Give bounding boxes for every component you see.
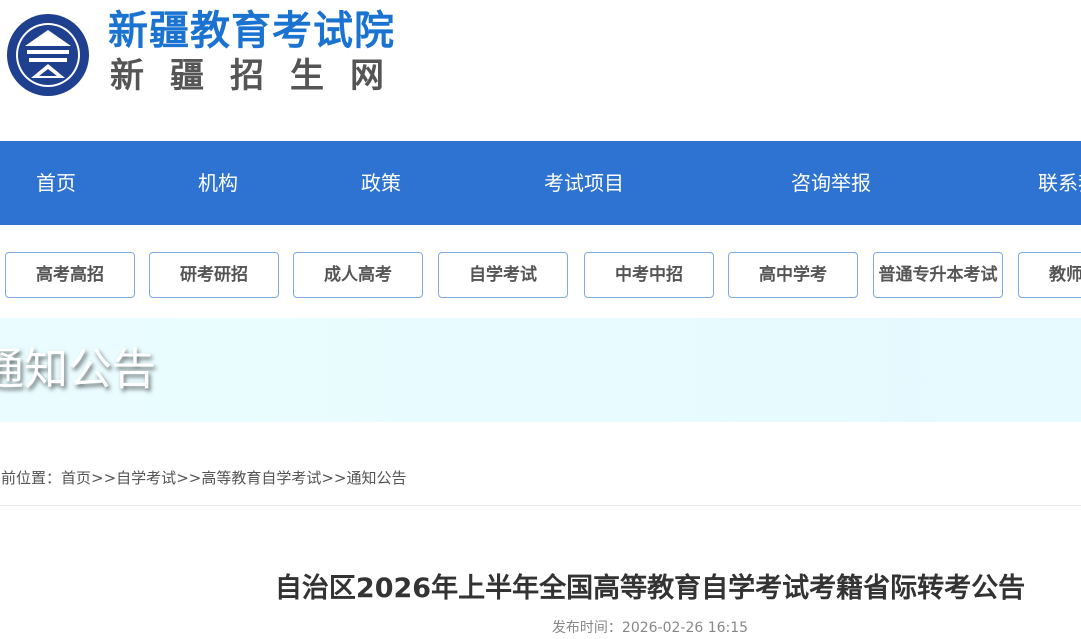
article-title: 自治区2026年上半年全国高等教育自学考试考籍省际转考公告 (274, 573, 1026, 604)
main-navigation: 首页 机构 政策 考试项目 咨询举报 联系我们 (0, 141, 1081, 225)
nav-item-contact[interactable]: 联系我们 (1038, 141, 1081, 225)
site-header: 新疆教育考试院 新疆招生网 (0, 0, 1081, 140)
banner-title: 通知公告 (0, 344, 156, 395)
site-title[interactable]: 新疆教育考试院 (108, 6, 395, 56)
site-subtitle: 新疆招生网 (110, 56, 410, 96)
breadcrumb-separator: >> (176, 469, 202, 487)
breadcrumb-separator: >> (91, 469, 117, 487)
subnav-high-school-test-button[interactable]: 高中学考 (728, 252, 858, 298)
nav-item-exam-projects[interactable]: 考试项目 (544, 141, 624, 225)
breadcrumb-self-study-link[interactable]: 自学考试 (116, 469, 176, 487)
subnav-self-study-button[interactable]: 自学考试 (438, 252, 568, 298)
section-banner: 通知公告 (0, 318, 1081, 422)
breadcrumb: 当前位置：首页>>自学考试>>高等教育自学考试>>通知公告 (0, 467, 407, 489)
subnav-teacher-cert-button[interactable]: 教师资格 (1018, 252, 1081, 298)
breadcrumb-prefix: 当前位置： (0, 469, 62, 487)
breadcrumb-home-link[interactable]: 首页 (61, 469, 91, 487)
subnav-adult-exam-button[interactable]: 成人高考 (293, 252, 423, 298)
published-date: 2026-02-26 16:15 (621, 620, 749, 636)
subnav-zhongkao-button[interactable]: 中考中招 (584, 252, 714, 298)
breadcrumb-notices-link[interactable]: 通知公告 (346, 469, 406, 487)
breadcrumb-higher-ed-link[interactable]: 高等教育自学考试 (201, 469, 321, 487)
breadcrumb-separator: >> (321, 469, 347, 487)
logo-emblem-icon[interactable] (5, 12, 91, 98)
subnav-gaokao-button[interactable]: 高考高招 (5, 252, 135, 298)
nav-item-organization[interactable]: 机构 (198, 141, 238, 225)
content-divider (0, 505, 1081, 506)
sub-navigation: 高考高招 研考研招 成人高考 自学考试 中考中招 高中学考 普通专升本考试 教师… (0, 252, 1081, 300)
nav-item-home[interactable]: 首页 (36, 141, 76, 225)
subnav-graduate-button[interactable]: 研考研招 (149, 252, 279, 298)
article-meta: 发布时间：2026-02-26 16:15 (0, 618, 1081, 638)
nav-item-consult-report[interactable]: 咨询举报 (791, 141, 871, 225)
published-label: 发布时间： (551, 620, 622, 636)
subnav-upgrade-exam-button[interactable]: 普通专升本考试 (873, 252, 1003, 298)
nav-item-policy[interactable]: 政策 (361, 141, 401, 225)
